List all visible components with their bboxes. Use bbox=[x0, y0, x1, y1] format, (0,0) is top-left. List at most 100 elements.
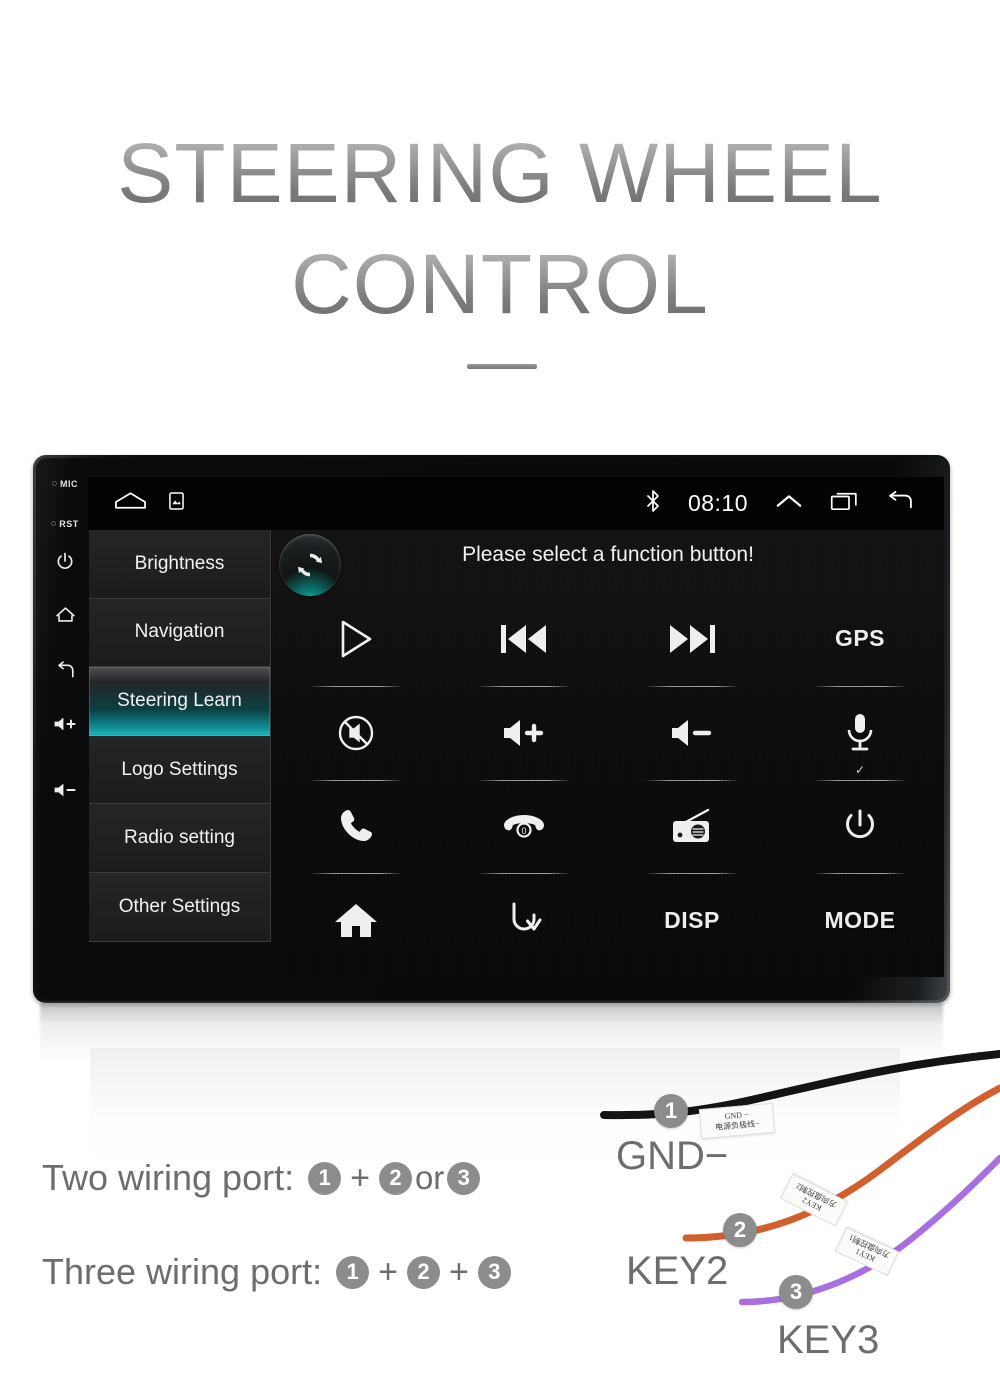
status-bar-right-group: 08:10 bbox=[646, 490, 914, 517]
function-button-end-call[interactable]: 0 bbox=[440, 779, 608, 874]
bezel-volume-down-button[interactable] bbox=[39, 781, 91, 799]
function-button-next[interactable] bbox=[608, 592, 776, 686]
screenshot-glyph bbox=[169, 492, 184, 510]
wire-name-key3: KEY3 bbox=[777, 1318, 880, 1362]
sidebar-item-label: Steering Learn bbox=[117, 689, 242, 711]
statusbar-back-icon[interactable] bbox=[886, 491, 914, 516]
device-screen: 08:10 Brightness Navigation Steering Lea… bbox=[88, 477, 944, 977]
statusbar-home-icon[interactable] bbox=[114, 490, 147, 517]
wire-name-key2: KEY2 bbox=[626, 1249, 729, 1293]
sidebar-item-label: Other Settings bbox=[118, 895, 241, 917]
sidebar-item-label: Brightness bbox=[134, 552, 225, 574]
page-title: STEERING WHEEL CONTROL bbox=[0, 118, 1000, 340]
title-divider bbox=[467, 364, 537, 369]
function-button-previous[interactable] bbox=[440, 592, 608, 686]
two-wiring-port-line: Two wiring port: 1 + 2 or 3 bbox=[42, 1157, 481, 1199]
wire-badge-1: 1 bbox=[654, 1094, 688, 1128]
volume-up-icon bbox=[504, 719, 544, 746]
function-button-mode[interactable]: MODE bbox=[776, 873, 944, 967]
three-port-badge-1: 1 bbox=[336, 1255, 370, 1289]
volume-up-icon bbox=[54, 717, 76, 731]
sidebar-item-label: Radio setting bbox=[124, 827, 235, 849]
function-button-home[interactable] bbox=[272, 873, 440, 967]
gps-label: GPS bbox=[834, 625, 886, 652]
function-button-back[interactable] bbox=[440, 873, 608, 967]
function-button-mute[interactable] bbox=[272, 685, 440, 780]
settings-content: Brightness Navigation Steering Learn Log… bbox=[88, 530, 944, 977]
car-head-unit: MIC RST 08:10 Brightness Navigation Stee… bbox=[33, 455, 950, 1003]
sidebar-item-brightness[interactable]: Brightness bbox=[89, 530, 270, 599]
function-button-gps[interactable]: GPS bbox=[776, 592, 944, 686]
two-port-or: or bbox=[414, 1159, 445, 1196]
next-track-icon bbox=[670, 624, 715, 653]
chevron-up-icon[interactable] bbox=[776, 492, 802, 515]
three-wiring-port-line: Three wiring port: 1 + 2 + 3 bbox=[42, 1251, 511, 1293]
mode-label: MODE bbox=[824, 906, 896, 933]
sidebar-item-steering-learn[interactable]: Steering Learn bbox=[89, 667, 270, 736]
page-root: STEERING WHEEL CONTROL MIC RST 08:10 Bri… bbox=[0, 0, 1000, 1396]
sidebar-item-radio-setting[interactable]: Radio setting bbox=[89, 804, 270, 873]
radio-icon bbox=[673, 809, 710, 843]
function-button-radio[interactable] bbox=[608, 779, 776, 874]
function-button-volume-down[interactable] bbox=[608, 685, 776, 780]
home-icon bbox=[55, 607, 75, 622]
phone-call-icon bbox=[341, 810, 372, 842]
function-button-grid: GPS ✓ 0 DISP MODE bbox=[272, 592, 944, 967]
power-icon bbox=[846, 809, 874, 839]
statusbar-screenshot-icon[interactable] bbox=[169, 492, 184, 515]
two-port-plus: + bbox=[350, 1158, 370, 1197]
status-bar-clock: 08:10 bbox=[687, 490, 748, 516]
wire-name-gnd: GND− bbox=[616, 1134, 729, 1178]
bezel-volume-up-button[interactable] bbox=[39, 715, 91, 733]
phone-hangup-icon: 0 bbox=[504, 815, 544, 838]
three-port-badge-2: 2 bbox=[406, 1255, 440, 1289]
mic-hole-icon bbox=[52, 481, 57, 487]
volume-down-icon bbox=[54, 783, 76, 797]
power-icon bbox=[57, 552, 73, 569]
microphone-icon bbox=[847, 713, 873, 751]
android-status-bar: 08:10 bbox=[88, 477, 944, 530]
settings-sidebar: Brightness Navigation Steering Learn Log… bbox=[89, 530, 271, 942]
wire-badge-2: 2 bbox=[723, 1213, 757, 1247]
bezel-reset[interactable]: RST bbox=[39, 515, 91, 533]
status-bar-left-group bbox=[114, 490, 184, 517]
function-button-disp[interactable]: DISP bbox=[608, 873, 776, 967]
title-line-2: CONTROL bbox=[0, 229, 1000, 340]
bluetooth-icon bbox=[646, 490, 660, 517]
disp-label: DISP bbox=[664, 906, 720, 933]
sidebar-item-label: Navigation bbox=[134, 621, 225, 643]
sidebar-item-other-settings[interactable]: Other Settings bbox=[89, 872, 270, 942]
volume-down-icon bbox=[672, 719, 712, 746]
sidebar-item-label: Logo Settings bbox=[121, 758, 238, 780]
three-port-plus-2: + bbox=[448, 1252, 469, 1291]
previous-track-icon bbox=[501, 624, 546, 653]
recents-icon[interactable] bbox=[830, 491, 858, 516]
two-port-badge-1: 1 bbox=[308, 1161, 342, 1195]
function-button-answer-call[interactable] bbox=[272, 779, 440, 874]
reset-hole-icon[interactable] bbox=[51, 521, 57, 527]
back-icon bbox=[57, 661, 74, 678]
bezel-mic: MIC bbox=[39, 475, 91, 493]
function-button-power[interactable] bbox=[776, 779, 944, 874]
bezel-home-button[interactable] bbox=[39, 605, 91, 624]
sidebar-item-navigation[interactable]: Navigation bbox=[89, 598, 270, 668]
panel-prompt: Please select a function button! bbox=[462, 543, 754, 566]
wire-badge-3: 3 bbox=[779, 1275, 813, 1309]
function-button-play[interactable] bbox=[272, 592, 440, 686]
two-port-badge-2: 2 bbox=[378, 1161, 412, 1195]
two-wiring-port-label: Two wiring port: bbox=[42, 1157, 295, 1198]
play-icon bbox=[341, 620, 372, 658]
mute-icon bbox=[338, 715, 374, 750]
steering-learn-panel: Please select a function button! GPS ✓ 0… bbox=[272, 530, 944, 977]
svg-text:0: 0 bbox=[521, 826, 526, 836]
three-port-plus-1: + bbox=[378, 1252, 398, 1291]
bezel-reset-label: RST bbox=[59, 518, 79, 529]
function-button-voice[interactable]: ✓ bbox=[776, 685, 944, 780]
two-port-badge-3: 3 bbox=[447, 1161, 481, 1195]
bezel-back-button[interactable] bbox=[39, 661, 91, 681]
sidebar-item-logo-settings[interactable]: Logo Settings bbox=[89, 735, 270, 805]
bezel-power-button[interactable] bbox=[39, 551, 91, 571]
three-port-badge-3: 3 bbox=[477, 1255, 511, 1289]
back-icon bbox=[512, 902, 542, 931]
function-button-volume-up[interactable] bbox=[440, 685, 608, 780]
